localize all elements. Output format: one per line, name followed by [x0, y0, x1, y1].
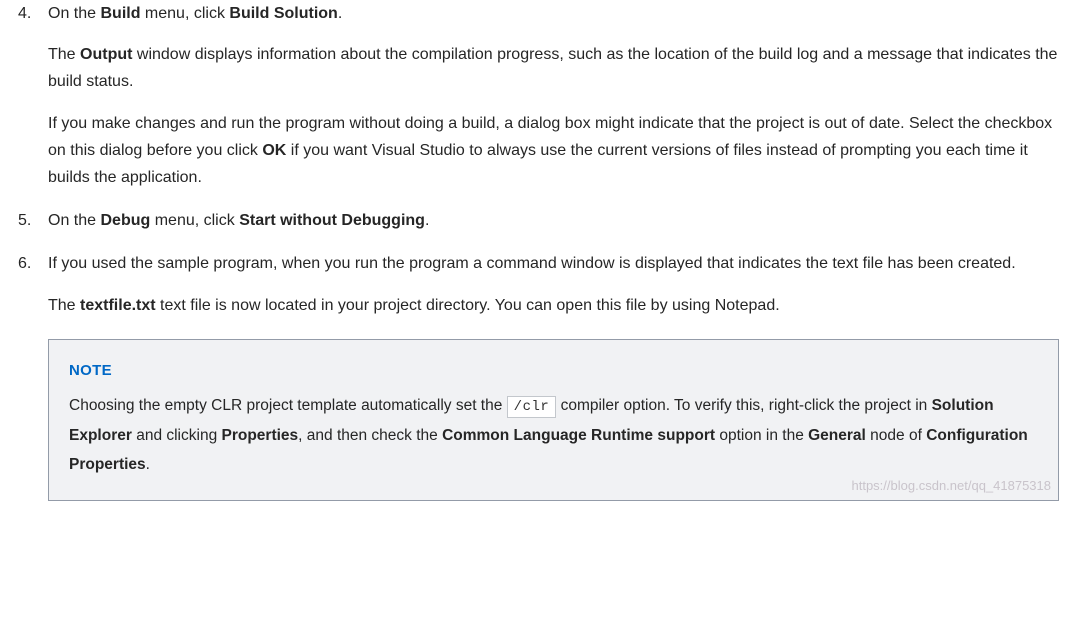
step-number: 5.	[18, 207, 31, 234]
step-paragraph: On the Build menu, click Build Solution.	[48, 0, 1059, 27]
step-paragraph: The textfile.txt text file is now locate…	[48, 292, 1059, 319]
note-body: Choosing the empty CLR project template …	[69, 391, 1038, 479]
bold-text: Common Language Runtime support	[442, 427, 715, 444]
step-list: 4. On the Build menu, click Build Soluti…	[18, 0, 1059, 501]
step-6: 6. If you used the sample program, when …	[18, 250, 1059, 500]
inline-code: /clr	[507, 396, 557, 418]
step-paragraph: If you make changes and run the program …	[48, 110, 1059, 192]
note-box: NOTE Choosing the empty CLR project temp…	[48, 339, 1059, 501]
step-paragraph: On the Debug menu, click Start without D…	[48, 207, 1059, 234]
bold-text: OK	[262, 142, 286, 159]
bold-text: Start without Debugging	[239, 212, 425, 229]
bold-text: Build Solution	[229, 5, 337, 22]
step-number: 6.	[18, 250, 31, 277]
bold-text: General	[808, 427, 866, 444]
bold-text: Debug	[100, 212, 150, 229]
step-5: 5. On the Debug menu, click Start withou…	[18, 207, 1059, 234]
bold-text: Build	[100, 5, 140, 22]
step-4: 4. On the Build menu, click Build Soluti…	[18, 0, 1059, 191]
step-paragraph: If you used the sample program, when you…	[48, 250, 1059, 277]
step-number: 4.	[18, 0, 31, 27]
bold-text: Properties	[222, 427, 299, 444]
step-paragraph: The Output window displays information a…	[48, 41, 1059, 95]
bold-text: Output	[80, 46, 132, 63]
note-callout: NOTE Choosing the empty CLR project temp…	[48, 339, 1059, 501]
bold-text: textfile.txt	[80, 297, 156, 314]
note-title: NOTE	[69, 358, 1038, 384]
